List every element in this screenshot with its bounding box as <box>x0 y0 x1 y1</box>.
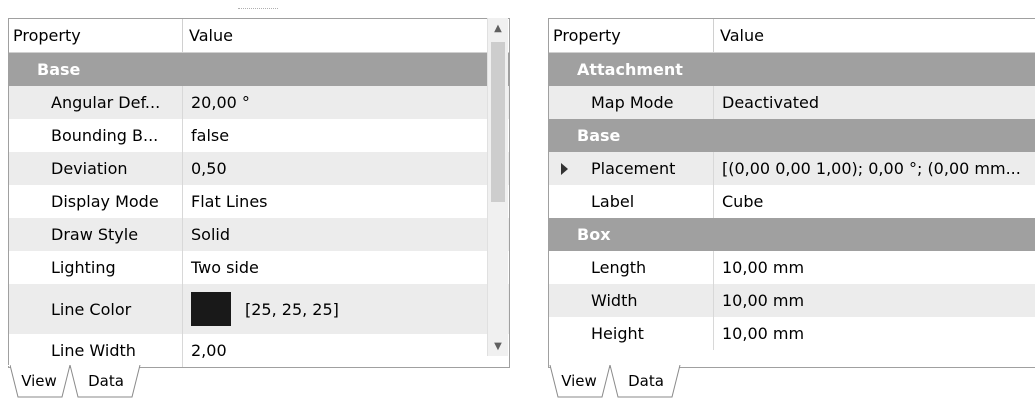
property-row-placement[interactable]: Placement [(0,00 0,00 1,00); 0,00 °; (0,… <box>549 152 1035 185</box>
group-header-base[interactable]: Base <box>9 53 509 86</box>
group-header-attachment[interactable]: Attachment <box>549 53 1035 86</box>
scroll-up-arrow-icon[interactable]: ▲ <box>488 18 508 38</box>
property-value: Solid <box>191 225 230 244</box>
property-row-line-color[interactable]: Line Color [25, 25, 25] <box>9 284 509 334</box>
property-value: 2,00 <box>191 341 227 360</box>
header-property[interactable]: Property <box>9 19 183 52</box>
property-name: Angular Def... <box>9 86 183 119</box>
property-name: Draw Style <box>9 218 183 251</box>
property-name: Height <box>549 317 714 350</box>
tab-bar: View Data <box>548 365 848 401</box>
scroll-down-arrow-icon[interactable]: ▼ <box>488 336 508 356</box>
property-name: Width <box>549 284 714 317</box>
property-name: Label <box>549 185 714 218</box>
property-value: [25, 25, 25] <box>245 299 339 319</box>
property-row-height[interactable]: Height 10,00 mm <box>549 317 1035 350</box>
group-header-base[interactable]: Base <box>549 119 1035 152</box>
property-row-deviation[interactable]: Deviation 0,50 <box>9 152 509 185</box>
tab-bar: View Data <box>8 365 308 401</box>
expand-arrow-icon[interactable] <box>561 162 568 175</box>
property-row-map-mode[interactable]: Map Mode Deactivated <box>549 86 1035 119</box>
header-value[interactable]: Value <box>714 19 1035 52</box>
property-row-width[interactable]: Width 10,00 mm <box>549 284 1035 317</box>
property-panel-data: Property Value Attachment Map Mode Deact… <box>548 8 1035 398</box>
property-name: Display Mode <box>9 185 183 218</box>
table-header: Property Value <box>549 19 1035 53</box>
color-swatch[interactable] <box>191 292 231 326</box>
property-name: Lighting <box>9 251 183 284</box>
tab-view[interactable]: View <box>8 365 70 398</box>
property-value: Deactivated <box>722 93 820 112</box>
property-name: Placement <box>549 152 714 185</box>
property-value: Cube <box>722 192 764 211</box>
tab-view[interactable]: View <box>548 365 610 398</box>
splitter-grip[interactable] <box>238 8 278 15</box>
property-value: false <box>191 126 230 145</box>
table-header: Property Value <box>9 19 509 53</box>
property-row-angular-deflection[interactable]: Angular Def... 20,00 ° <box>9 86 509 119</box>
property-panel-view: Property Value Base Angular Def... 20,00… <box>8 8 510 398</box>
property-value: [(0,00 0,00 1,00); 0,00 °; (0,00 mm... <box>722 159 1021 178</box>
property-name: Bounding B... <box>9 119 183 152</box>
property-name: Deviation <box>9 152 183 185</box>
property-value: 10,00 mm <box>722 324 805 343</box>
header-property[interactable]: Property <box>549 19 714 52</box>
property-row-length[interactable]: Length 10,00 mm <box>549 251 1035 284</box>
property-row-bounding-box[interactable]: Bounding B... false <box>9 119 509 152</box>
property-row-display-mode[interactable]: Display Mode Flat Lines <box>9 185 509 218</box>
property-row-label[interactable]: Label Cube <box>549 185 1035 218</box>
property-row-draw-style[interactable]: Draw Style Solid <box>9 218 509 251</box>
property-row-line-width[interactable]: Line Width 2,00 <box>9 334 509 367</box>
property-name: Line Color <box>9 284 183 334</box>
property-value: Two side <box>191 258 259 277</box>
property-value: Flat Lines <box>191 192 268 211</box>
property-name: Map Mode <box>549 86 714 119</box>
tab-data[interactable]: Data <box>610 365 682 398</box>
property-table: Property Value Base Angular Def... 20,00… <box>8 18 510 368</box>
property-name: Length <box>549 251 714 284</box>
property-value: 10,00 mm <box>722 291 805 310</box>
property-value: 0,50 <box>191 159 227 178</box>
property-table: Property Value Attachment Map Mode Deact… <box>548 18 1035 368</box>
property-value: 10,00 mm <box>722 258 805 277</box>
property-name: Line Width <box>9 334 183 367</box>
property-value: 20,00 ° <box>191 93 250 112</box>
property-row-lighting[interactable]: Lighting Two side <box>9 251 509 284</box>
tab-data[interactable]: Data <box>70 365 142 398</box>
vertical-scrollbar[interactable]: ▲ ▼ <box>487 18 508 356</box>
group-header-box[interactable]: Box <box>549 218 1035 251</box>
scrollbar-thumb[interactable] <box>491 42 505 202</box>
header-value[interactable]: Value <box>183 19 509 52</box>
